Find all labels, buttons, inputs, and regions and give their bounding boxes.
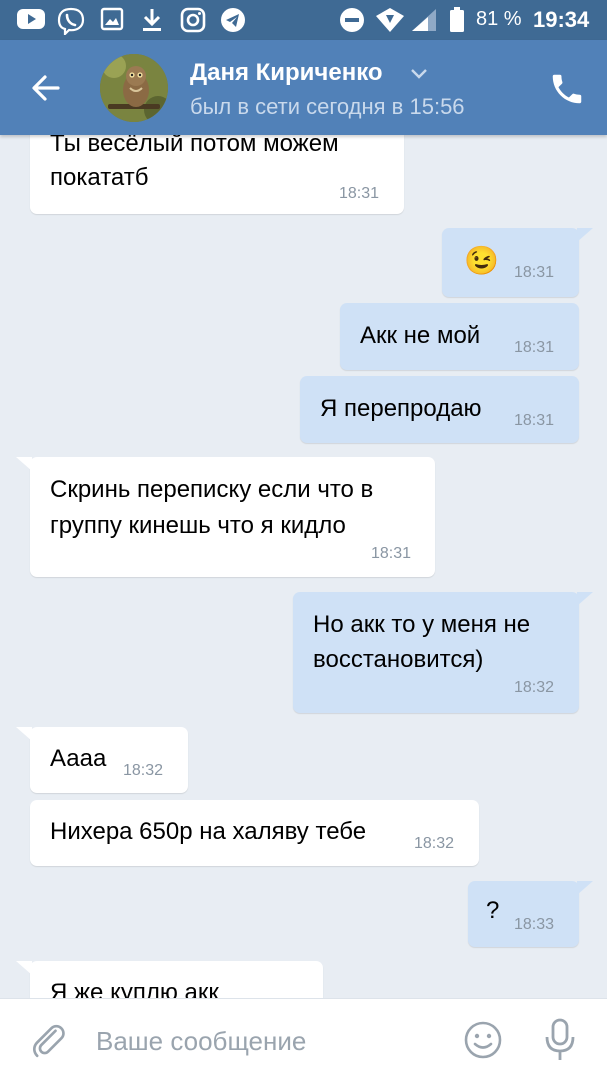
youtube-icon: [16, 7, 46, 31]
wifi-icon: [374, 7, 406, 33]
status-bar: 81 % 19:34: [0, 0, 607, 40]
message-text: Нихера 650р на халяву тебе: [50, 818, 367, 845]
message-time: 18:32: [123, 762, 164, 779]
viber-icon: [56, 7, 86, 35]
voice-message-button[interactable]: [542, 1017, 578, 1068]
outgoing-message[interactable]: ? 18:33: [468, 881, 593, 947]
message-time: 18:32: [414, 835, 455, 852]
message-time: 18:31: [514, 412, 555, 429]
clock: 19:34: [533, 7, 590, 32]
phone-icon: [552, 74, 582, 104]
message-input[interactable]: [96, 1021, 436, 1061]
message-text: восстановится): [313, 646, 484, 673]
incoming-message[interactable]: Нихера 650р на халяву тебе 18:32: [30, 800, 479, 866]
emoji-button[interactable]: [463, 1020, 503, 1065]
call-button[interactable]: [548, 70, 586, 108]
contact-last-seen: был в сети сегодня в 15:56: [190, 94, 465, 119]
message-text: Аааа: [50, 745, 107, 772]
emoji-icon: [464, 1021, 502, 1059]
contact-name[interactable]: Даня Кириченко: [190, 59, 383, 87]
message-text: Я перепродаю: [320, 395, 482, 422]
telegram-icon: [220, 7, 246, 33]
outgoing-message[interactable]: 😉 18:31: [442, 228, 593, 297]
back-button[interactable]: [26, 68, 66, 108]
chevron-down-icon[interactable]: [410, 67, 428, 85]
do-not-disturb-icon: [339, 7, 365, 33]
back-arrow-icon: [32, 75, 60, 101]
incoming-message[interactable]: Скринь переписку если что в группу кинеш…: [16, 457, 435, 577]
outgoing-message[interactable]: Я перепродаю 18:31: [300, 376, 579, 443]
message-time: 18:31: [514, 339, 555, 356]
message-time: 18:31: [371, 545, 412, 562]
message-text: Ты весёлый потом можем: [50, 135, 339, 157]
owl-avatar-image: [100, 54, 168, 122]
download-icon: [140, 7, 164, 33]
message-time: 18:31: [514, 264, 555, 281]
incoming-message[interactable]: Ты весёлый потом можем покататб 18:31: [30, 135, 404, 214]
message-time: 18:33: [514, 916, 555, 933]
outgoing-message[interactable]: Акк не мой 18:31: [340, 303, 579, 370]
message-text: покататб: [50, 164, 149, 191]
microphone-icon: [545, 1018, 575, 1060]
message-text: Но акк то у меня не: [313, 611, 531, 638]
incoming-message[interactable]: Я же куплю акк: [16, 961, 323, 998]
message-text: Скринь переписку если что в: [50, 476, 374, 503]
chat-header: Даня Кириченко был в сети сегодня в 15:5…: [0, 40, 607, 135]
message-text: Акк не мой: [360, 322, 481, 349]
attach-button[interactable]: [28, 1019, 68, 1066]
avatar[interactable]: [100, 54, 168, 122]
message-list[interactable]: Ты весёлый потом можем покататб 18:31 😉 …: [0, 135, 607, 998]
battery-icon: [449, 7, 465, 33]
message-text: группу кинешь что я кидло: [50, 512, 346, 539]
paperclip-icon: [32, 1024, 65, 1058]
battery-percent: 81 %: [476, 8, 522, 30]
signal-icon: [410, 7, 438, 33]
message-text: Я же куплю акк: [50, 979, 219, 998]
message-time: 18:32: [514, 679, 555, 696]
message-time: 18:31: [339, 185, 380, 202]
message-composer: [0, 998, 607, 1080]
message-text: ?: [486, 897, 500, 924]
incoming-message[interactable]: Аааа 18:32: [16, 727, 188, 793]
outgoing-message[interactable]: Но акк то у меня не восстановится) 18:32: [293, 592, 593, 713]
gallery-icon: [100, 7, 124, 31]
instagram-icon: [180, 7, 206, 33]
wink-emoji: 😉: [464, 245, 499, 276]
